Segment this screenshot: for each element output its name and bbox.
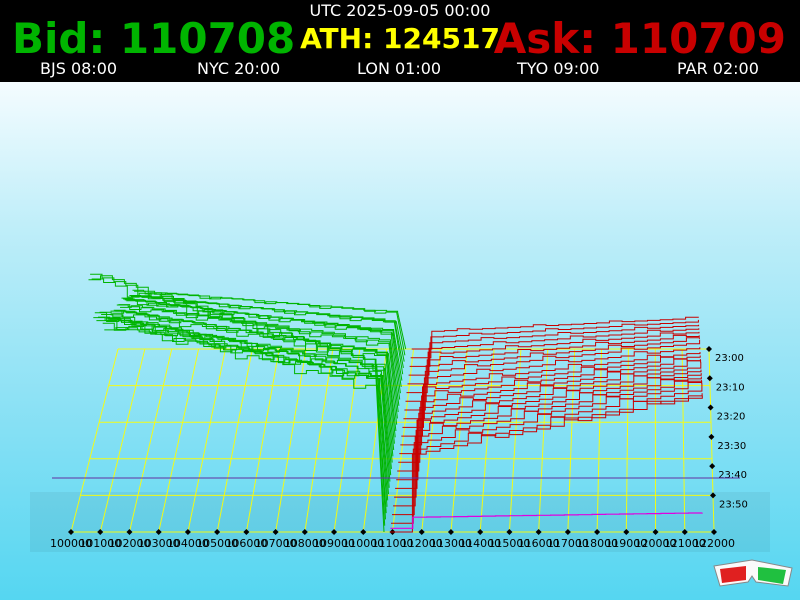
depth-chart: 1000001010001020001030001040001050001060… (30, 273, 770, 552)
bid-depth-curve (105, 317, 393, 463)
zone-tyo: TYO 09:00 (517, 59, 600, 78)
depth-chart-area: 100000 101000 102000 103000 104000 105000 1060… (0, 82, 800, 600)
time-tick-marker (708, 433, 715, 440)
bid-depth-curve (98, 316, 389, 495)
time-tick-label: 23:40 (718, 470, 747, 481)
time-tick-label: 23:30 (717, 441, 746, 452)
time-tick-label: 23:10 (716, 382, 745, 393)
zone-bjs: BJS 08:00 (40, 59, 118, 78)
zone-par: PAR 02:00 (677, 59, 759, 78)
bid-depth-curve (112, 310, 396, 438)
bid-depth-curve (96, 317, 389, 501)
time-tick-marker (709, 463, 716, 470)
price-header: UTC 2025-09-05 00:00 Bid: 110708 ATH: 12… (0, 0, 800, 82)
x-tick-label: 122000 (693, 537, 735, 550)
time-tick-label: 23:00 (715, 353, 744, 364)
zone-nyc: NYC 20:00 (197, 59, 281, 78)
time-tick-label: 23:50 (719, 499, 748, 510)
time-tick-marker (706, 375, 713, 382)
ask-price: Ask: 110709 (493, 14, 786, 63)
zone-lon: LON 01:00 (357, 59, 442, 78)
3d-glasses-icon[interactable] (712, 556, 794, 590)
time-tick-marker (706, 346, 712, 352)
time-tick-label: 23:20 (717, 412, 746, 423)
bid-depth-curve (101, 314, 391, 482)
time-tick-marker (707, 404, 714, 411)
bid-depth-curve (107, 318, 394, 457)
